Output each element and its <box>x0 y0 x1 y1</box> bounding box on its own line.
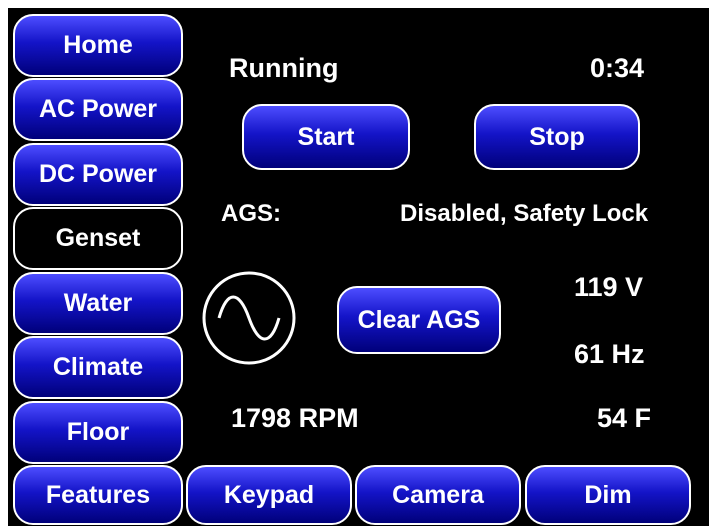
start-label: Start <box>297 122 355 151</box>
sidebar-item-floor[interactable]: Floor <box>13 401 183 464</box>
ags-status: Disabled, Safety Lock <box>400 200 649 227</box>
sidebar-item-label: Home <box>63 31 133 59</box>
start-button[interactable]: Start <box>242 104 410 170</box>
keypad-button[interactable]: Keypad <box>186 465 352 525</box>
sidebar-item-home[interactable]: Home <box>13 14 183 77</box>
sidebar-item-label: AC Power <box>38 95 158 123</box>
rpm-readout: 1798 RPM <box>231 403 359 433</box>
sine-wave-icon <box>202 271 296 365</box>
camera-label: Camera <box>392 480 484 509</box>
sidebar-item-label: DC Power <box>38 160 158 188</box>
keypad-label: Keypad <box>223 480 315 509</box>
stop-button[interactable]: Stop <box>474 104 640 170</box>
stop-label: Stop <box>529 122 585 151</box>
sidebar-item-label: Features <box>45 480 151 509</box>
sidebar-item-climate[interactable]: Climate <box>13 336 183 399</box>
sidebar-item-water[interactable]: Water <box>13 272 183 335</box>
genset-status: Running <box>229 53 339 83</box>
sidebar-item-genset[interactable]: Genset <box>13 207 183 270</box>
dim-label: Dim <box>584 480 632 509</box>
clear-ags-label: Clear AGS <box>357 305 481 334</box>
ags-label: AGS: <box>221 200 281 227</box>
runtime-display: 0:34 <box>590 53 645 83</box>
temperature-readout: 54 F <box>597 403 652 433</box>
sidebar-item-label: Floor <box>66 418 130 446</box>
frequency-readout: 61 Hz <box>574 339 645 369</box>
sidebar-item-dc-power[interactable]: DC Power <box>13 143 183 206</box>
sidebar-item-label: Water <box>63 289 133 317</box>
sidebar-item-label: Genset <box>55 224 141 252</box>
sidebar-item-label: Climate <box>52 353 144 381</box>
dim-button[interactable]: Dim <box>525 465 691 525</box>
voltage-readout: 119 V <box>574 272 644 302</box>
clear-ags-button[interactable]: Clear AGS <box>337 286 501 354</box>
sidebar-item-features[interactable]: Features <box>13 465 183 525</box>
sidebar-item-ac-power[interactable]: AC Power <box>13 78 183 141</box>
camera-button[interactable]: Camera <box>355 465 521 525</box>
genset-screen: Home AC Power DC Power Genset Water Clim… <box>8 8 709 526</box>
